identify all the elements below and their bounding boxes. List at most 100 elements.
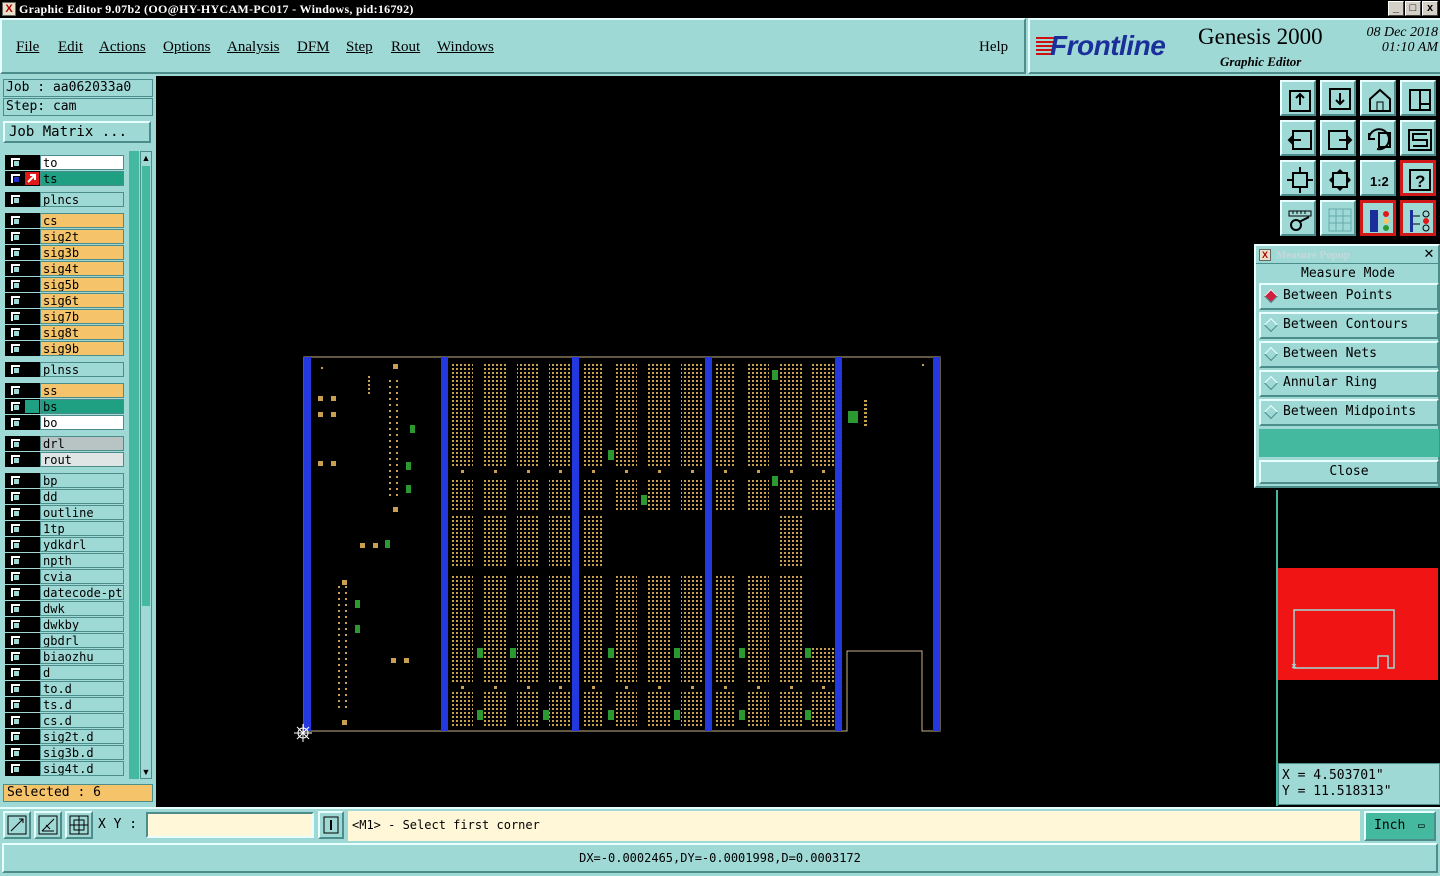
menu-edit[interactable]: Edit <box>58 39 83 56</box>
fit-zoom-icon[interactable] <box>1280 160 1316 196</box>
layer-name[interactable]: sig7b <box>40 309 124 324</box>
layer-name[interactable]: ts.d <box>40 697 124 712</box>
layer-row-sig3b[interactable]: sig3b <box>5 245 125 260</box>
layer-checkbox[interactable] <box>10 635 21 646</box>
layer-row-gbdrl[interactable]: gbdrl <box>5 633 125 648</box>
center-zoom-icon[interactable] <box>1320 160 1356 196</box>
color-layers-icon[interactable] <box>1360 200 1396 236</box>
layer-name[interactable]: rout <box>40 452 124 467</box>
layer-name[interactable]: drl <box>40 436 124 451</box>
layer-checkbox[interactable] <box>10 311 21 322</box>
layer-name[interactable]: sig2t <box>40 229 124 244</box>
layer-name[interactable]: datecode-pt <box>40 585 124 600</box>
menu-windows[interactable]: Windows <box>437 39 494 56</box>
scroll-up-icon[interactable]: ▲ <box>141 152 151 164</box>
layer-name[interactable]: dd <box>40 489 124 504</box>
layer-checkbox[interactable] <box>10 247 21 258</box>
layer-checkbox[interactable] <box>10 731 21 742</box>
home-icon[interactable] <box>1360 80 1396 116</box>
layer-checkbox[interactable] <box>10 173 21 184</box>
menu-rout[interactable]: Rout <box>391 39 420 56</box>
layer-row-dwkby[interactable]: dwkby <box>5 617 125 632</box>
grid-icon[interactable] <box>1320 200 1356 236</box>
layer-checkbox[interactable] <box>10 231 21 242</box>
menu-file[interactable]: File <box>16 39 39 56</box>
menu-dfm[interactable]: DFM <box>297 39 330 56</box>
layer-checkbox[interactable] <box>10 619 21 630</box>
layer-name[interactable]: cs <box>40 213 124 228</box>
layer-checkbox[interactable] <box>10 475 21 486</box>
layer-row-sig6t[interactable]: sig6t <box>5 293 125 308</box>
layer-name[interactable]: bo <box>40 415 124 430</box>
layer-row-to.d[interactable]: to.d <box>5 681 125 696</box>
menu-options[interactable]: Options <box>163 39 211 56</box>
layer-checkbox[interactable] <box>10 763 21 774</box>
angle-mode-icon[interactable] <box>34 811 62 839</box>
scroll-down-icon[interactable]: ▼ <box>141 766 151 778</box>
layer-row-cs[interactable]: cs <box>5 213 125 228</box>
menu-analysis[interactable]: Analysis <box>227 39 280 56</box>
measure-option-between-contours[interactable]: Between Contours <box>1259 312 1439 339</box>
layer-checkbox[interactable] <box>10 491 21 502</box>
popup-close-icon[interactable]: ✕ <box>1422 247 1436 261</box>
layer-checkbox[interactable] <box>10 603 21 614</box>
board-view[interactable] <box>156 76 1276 807</box>
layer-row-sig2t.d[interactable]: sig2t.d <box>5 729 125 744</box>
layer-checkbox[interactable] <box>10 555 21 566</box>
layer-name[interactable]: sig9b <box>40 341 124 356</box>
layer-row-npth[interactable]: npth <box>5 553 125 568</box>
minimize-button[interactable]: _ <box>1388 1 1404 16</box>
layer-scrollbar[interactable]: ▲ ▼ <box>140 151 152 779</box>
layer-row-outline[interactable]: outline <box>5 505 125 520</box>
layer-row-datecode-pt[interactable]: datecode-pt <box>5 585 125 600</box>
pan-right-icon[interactable] <box>1320 120 1356 156</box>
maximize-button[interactable]: □ <box>1405 1 1421 16</box>
layer-checkbox[interactable] <box>10 699 21 710</box>
command-info-icon[interactable] <box>318 811 344 839</box>
layer-checkbox[interactable] <box>10 454 21 465</box>
layer-name[interactable]: sig4t.d <box>40 761 124 776</box>
measure-close-button[interactable]: Close <box>1259 460 1439 484</box>
layer-row-sig7b[interactable]: sig7b <box>5 309 125 324</box>
layer-checkbox[interactable] <box>10 327 21 338</box>
layer-checkbox[interactable] <box>10 683 21 694</box>
layer-checkbox[interactable] <box>10 279 21 290</box>
layer-row-d[interactable]: d <box>5 665 125 680</box>
grid-snap-icon[interactable] <box>65 811 93 839</box>
layer-name[interactable]: 1tp <box>40 521 124 536</box>
measure-option-between-midpoints[interactable]: Between Midpoints <box>1259 399 1439 426</box>
window-icon[interactable] <box>1400 80 1436 116</box>
layer-row-cs.d[interactable]: cs.d <box>5 713 125 728</box>
layer-checkbox[interactable] <box>10 523 21 534</box>
layer-name[interactable]: sig5b <box>40 277 124 292</box>
layer-checkbox[interactable] <box>10 507 21 518</box>
layer-name[interactable]: cvia <box>40 569 124 584</box>
xy-input[interactable] <box>146 812 314 838</box>
one-to-one-icon[interactable]: 1:2 <box>1360 160 1396 196</box>
layer-checkbox[interactable] <box>10 157 21 168</box>
layer-checkbox[interactable] <box>10 417 21 428</box>
layer-name[interactable]: gbdrl <box>40 633 124 648</box>
layer-name[interactable]: to.d <box>40 681 124 696</box>
layer-checkbox[interactable] <box>10 715 21 726</box>
layer-checkbox[interactable] <box>10 651 21 662</box>
layer-name[interactable]: bs <box>40 399 124 414</box>
layer-name[interactable]: to <box>40 155 124 170</box>
measure-option-annular-ring[interactable]: Annular Ring <box>1259 370 1439 397</box>
layer-row-ts[interactable]: ts <box>5 171 125 186</box>
layer-row-ts.d[interactable]: ts.d <box>5 697 125 712</box>
undo-icon[interactable] <box>1360 120 1396 156</box>
measure-option-between-points[interactable]: Between Points <box>1259 283 1439 310</box>
layer-name[interactable]: outline <box>40 505 124 520</box>
layer-checkbox[interactable] <box>10 343 21 354</box>
layer-row-1tp[interactable]: 1tp <box>5 521 125 536</box>
layer-name[interactable]: bp <box>40 473 124 488</box>
layer-name[interactable]: sig6t <box>40 293 124 308</box>
job-matrix-button[interactable]: Job Matrix ... <box>3 121 151 143</box>
layer-row-plnss[interactable]: plnss <box>5 362 125 377</box>
layer-checkbox[interactable] <box>10 364 21 375</box>
layer-checkbox[interactable] <box>10 747 21 758</box>
layer-name[interactable]: npth <box>40 553 124 568</box>
snap-mode-icon[interactable] <box>3 811 31 839</box>
layers-info-icon[interactable] <box>1400 200 1436 236</box>
